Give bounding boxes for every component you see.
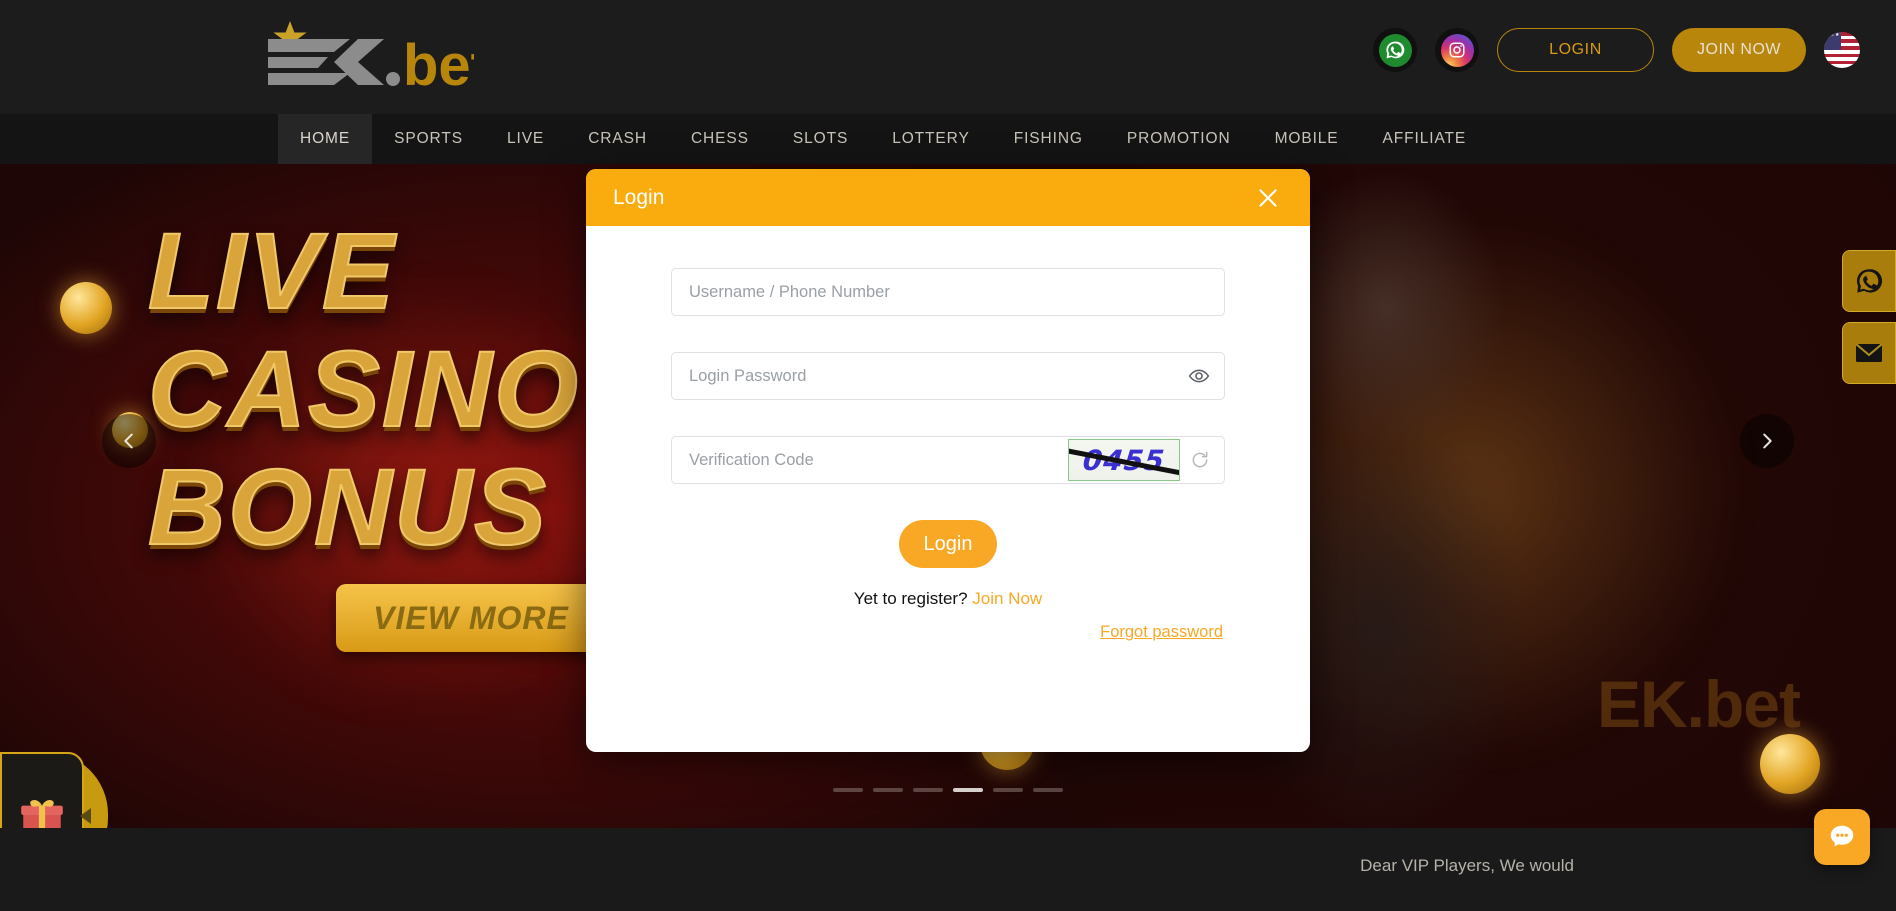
header-login-button[interactable]: LOGIN (1497, 28, 1654, 72)
password-input[interactable] (672, 353, 1188, 399)
nav-item-promotion[interactable]: PROMOTION (1105, 114, 1253, 164)
captcha-image[interactable]: 0455 (1068, 439, 1180, 481)
language-flag-button[interactable]: ★★★★★★★★★★★★ (1824, 32, 1860, 68)
password-visibility-toggle-button[interactable] (1188, 365, 1224, 387)
whatsapp-side-icon (1856, 269, 1883, 293)
header-join-now-button[interactable]: JOIN NOW (1672, 28, 1806, 72)
carousel-dot[interactable] (833, 788, 863, 792)
close-icon (1259, 188, 1277, 207)
register-prompt-text: Yet to register? (853, 589, 968, 608)
login-modal-close-button[interactable] (1252, 182, 1284, 214)
verification-field-wrapper: 0455 (671, 436, 1225, 484)
header-actions: LOGIN JOIN NOW ★★★★★★★★★★★★ (1373, 28, 1860, 72)
site-logo[interactable]: bet (262, 18, 474, 90)
nav-item-crash[interactable]: CRASH (566, 114, 669, 164)
carousel-dot-active[interactable] (953, 788, 983, 792)
login-modal-title: Login (613, 185, 665, 209)
login-submit-button[interactable]: Login (899, 520, 997, 568)
announcement-bar: Dear VIP Players, We would (0, 828, 1896, 911)
nav-item-sports[interactable]: SPORTS (372, 114, 485, 164)
site-header: bet LOGIN (0, 0, 1896, 114)
coin-decoration (60, 282, 112, 334)
instagram-icon (1440, 33, 1474, 67)
chevron-right-icon (1763, 433, 1772, 449)
logo-svg: bet (268, 21, 474, 89)
nav-item-live[interactable]: LIVE (485, 114, 566, 164)
carousel-dot[interactable] (993, 788, 1023, 792)
coin-decoration (1760, 734, 1820, 794)
whatsapp-icon (1378, 33, 1412, 67)
nav-item-lottery[interactable]: LOTTERY (870, 114, 992, 164)
instagram-glyph (1449, 42, 1465, 58)
hero-brand-watermark: EK.bet (1596, 667, 1801, 741)
floating-side-panel (1842, 250, 1896, 384)
carousel-dot[interactable] (1033, 788, 1063, 792)
nav-item-mobile[interactable]: MOBILE (1253, 114, 1361, 164)
nav-item-affiliate[interactable]: AFFILIATE (1361, 114, 1489, 164)
carousel-next-button[interactable] (1740, 414, 1794, 468)
announcement-text: Dear VIP Players, We would (1360, 856, 1574, 875)
side-whatsapp-button[interactable] (1842, 250, 1896, 312)
flag-canton: ★★★★★★★★★★★★ (1824, 32, 1841, 50)
caret-left-icon (80, 808, 91, 824)
eye-icon (1188, 369, 1210, 383)
nav-item-chess[interactable]: CHESS (669, 114, 771, 164)
instagram-icon-button[interactable] (1435, 28, 1479, 72)
forgot-password-line: Forgot password (671, 623, 1225, 642)
login-modal-body: 0455 Login Yet to register? Join Now For… (586, 226, 1310, 642)
chevron-left-icon (124, 433, 133, 449)
side-mail-button[interactable] (1842, 322, 1896, 384)
captcha-refresh-button[interactable] (1184, 450, 1224, 470)
username-field-wrapper (671, 268, 1225, 316)
carousel-dot[interactable] (873, 788, 903, 792)
refresh-icon (1192, 451, 1208, 468)
password-field-wrapper (671, 352, 1225, 400)
carousel-indicators (0, 788, 1896, 792)
hero-view-more-button[interactable]: VIEW MORE (336, 584, 606, 652)
carousel-dot[interactable] (913, 788, 943, 792)
whatsapp-icon-button[interactable] (1373, 28, 1417, 72)
nav-item-home[interactable]: HOME (278, 114, 373, 164)
chat-bubble-icon (1830, 825, 1854, 847)
main-navigation: HOME SPORTS LIVE CRASH CHESS SLOTS LOTTE… (0, 114, 1896, 164)
login-modal: Login Username / Phone Number Verificati… (586, 169, 1310, 752)
mail-side-icon (1855, 343, 1883, 362)
register-prompt-line: Yet to register? Join Now (671, 589, 1225, 609)
nav-item-slots[interactable]: SLOTS (771, 114, 870, 164)
join-now-link[interactable]: Join Now (972, 589, 1042, 608)
username-input[interactable] (672, 269, 1224, 315)
forgot-password-link[interactable]: Forgot password (1100, 623, 1223, 641)
verification-code-input[interactable] (672, 437, 1068, 483)
login-modal-header: Login (586, 169, 1310, 226)
carousel-prev-button[interactable] (102, 414, 156, 468)
page-root: bet LOGIN (0, 0, 1896, 911)
live-chat-button[interactable] (1814, 809, 1870, 865)
svg-text:bet: bet (403, 33, 474, 89)
nav-item-fishing[interactable]: FISHING (992, 114, 1105, 164)
whatsapp-glyph (1386, 41, 1405, 59)
